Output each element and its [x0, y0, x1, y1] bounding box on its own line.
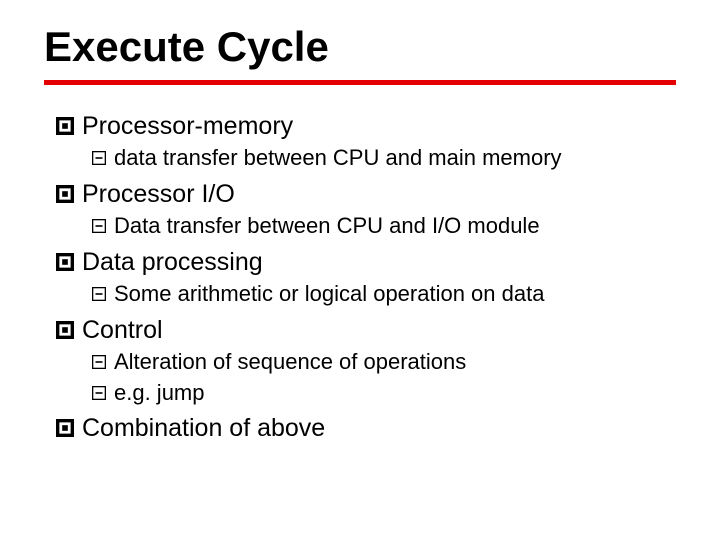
sub-list-item: e.g. jump	[92, 379, 676, 408]
sub-list-item: Some arithmetic or logical operation on …	[92, 280, 676, 309]
sub-list-item: Data transfer between CPU and I/O module	[92, 212, 676, 241]
title-rule	[44, 80, 676, 85]
list-item: Data processing	[56, 247, 676, 278]
square-bullet-icon	[56, 321, 74, 339]
list-item: Control	[56, 315, 676, 346]
list-item-label: Processor I/O	[82, 179, 676, 210]
box-bullet-icon	[92, 151, 106, 165]
box-bullet-icon	[92, 219, 106, 233]
sub-list-item-label: data transfer between CPU and main memor…	[114, 144, 676, 173]
list-item: Processor-memory	[56, 111, 676, 142]
slide: Execute Cycle Processor-memory data tran…	[0, 0, 720, 540]
page-title: Execute Cycle	[44, 24, 676, 70]
list-item: Processor I/O	[56, 179, 676, 210]
box-bullet-icon	[92, 287, 106, 301]
sub-list-item: Alteration of sequence of operations	[92, 348, 676, 377]
sub-list-item-label: e.g. jump	[114, 379, 676, 408]
box-bullet-icon	[92, 355, 106, 369]
square-bullet-icon	[56, 419, 74, 437]
sub-list-item-label: Alteration of sequence of operations	[114, 348, 676, 377]
sub-list-item-label: Some arithmetic or logical operation on …	[114, 280, 676, 309]
square-bullet-icon	[56, 253, 74, 271]
box-bullet-icon	[92, 386, 106, 400]
list-item-label: Combination of above	[82, 413, 676, 444]
square-bullet-icon	[56, 117, 74, 135]
square-bullet-icon	[56, 185, 74, 203]
sub-list-item-label: Data transfer between CPU and I/O module	[114, 212, 676, 241]
list-item-label: Control	[82, 315, 676, 346]
list-item-label: Processor-memory	[82, 111, 676, 142]
list-item-label: Data processing	[82, 247, 676, 278]
sub-list-item: data transfer between CPU and main memor…	[92, 144, 676, 173]
list-item: Combination of above	[56, 413, 676, 444]
